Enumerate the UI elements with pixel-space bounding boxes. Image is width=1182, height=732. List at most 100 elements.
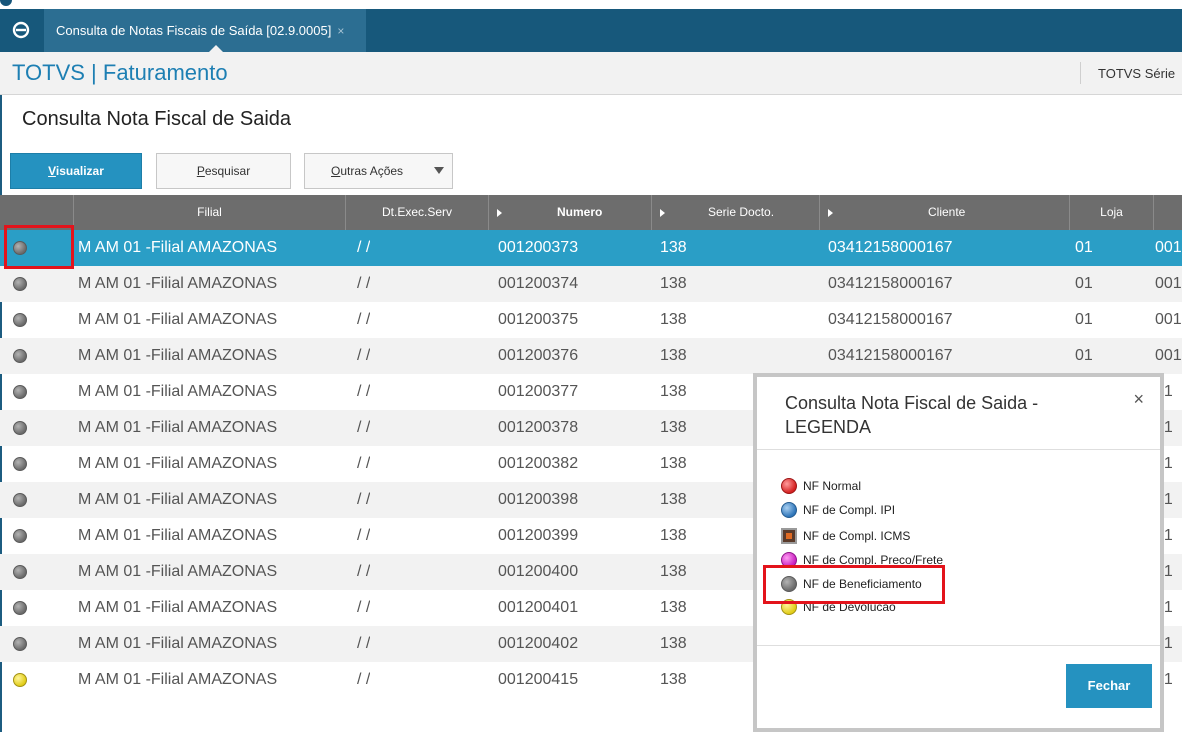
gray-status-icon[interactable]	[13, 493, 27, 507]
cell-serie: 138	[660, 275, 687, 292]
legend-dialog: Consulta Nota Fiscal de Saida - LEGENDA …	[753, 373, 1164, 732]
cell-filial: M AM 01 -Filial AMAZONAS	[78, 491, 278, 508]
cell-numero: 001200415	[498, 671, 579, 688]
cell-serie: 138	[660, 383, 687, 400]
cell-serie: 138	[660, 455, 687, 472]
legend-label: NF de Compl. ICMS	[803, 529, 911, 543]
col-header-serie[interactable]: Serie Docto.	[652, 195, 820, 230]
outras-acoes-button[interactable]: Outras Ações	[304, 153, 453, 189]
cell-numero: 001200400	[498, 563, 579, 580]
cell-numero: 001200401	[498, 599, 579, 616]
cell-dtexec: / /	[357, 275, 371, 292]
col-header-filial[interactable]: Filial	[74, 195, 346, 230]
cell-cliente: 03412158000167	[828, 311, 953, 328]
cell-cliente: 03412158000167	[828, 347, 953, 364]
highlight-box-row-status	[4, 225, 74, 269]
window-top-strip	[0, 0, 1182, 9]
table-row[interactable]: M AM 01 -Filial AMAZONAS / / 001200373 138…	[0, 230, 1182, 266]
gray-status-icon[interactable]	[13, 637, 27, 651]
cell-dtexec: / /	[357, 527, 371, 544]
cell-filial: M AM 01 -Filial AMAZONAS	[78, 347, 278, 364]
header-divider	[1080, 62, 1081, 84]
cell-filial: M AM 01 -Filial AMAZONAS	[78, 311, 278, 328]
cell-filial: M AM 01 -Filial AMAZONAS	[78, 599, 278, 616]
cell-extra: 001	[1155, 347, 1182, 364]
totvs-logo-icon	[12, 21, 30, 39]
cell-extra: 001	[1155, 239, 1182, 256]
close-icon[interactable]: ×	[1133, 389, 1144, 410]
highlight-box-beneficiamento	[763, 565, 945, 604]
gray-status-icon[interactable]	[13, 385, 27, 399]
sort-arrow-icon	[660, 209, 665, 217]
gray-status-icon[interactable]	[13, 421, 27, 435]
table-row[interactable]: M AM 01 -Filial AMAZONAS / / 001200376 138…	[0, 338, 1182, 374]
col-header-numero[interactable]: Numero	[489, 195, 652, 230]
cell-filial: M AM 01 -Filial AMAZONAS	[78, 455, 278, 472]
visualizar-button[interactable]: Visualizar	[10, 153, 142, 189]
outras-label: utras Ações	[340, 164, 404, 178]
cell-serie: 138	[660, 239, 687, 256]
cell-filial: M AM 01 -Filial AMAZONAS	[78, 419, 278, 436]
app-header: TOTVS | Faturamento TOTVS Série	[0, 52, 1182, 95]
cell-cliente: 03412158000167	[828, 275, 953, 292]
gray-status-icon[interactable]	[13, 529, 27, 543]
col-header-dtexec[interactable]: Dt.Exec.Serv	[346, 195, 489, 230]
pesquisar-mnemonic: P	[196, 164, 205, 178]
gray-status-icon[interactable]	[13, 277, 27, 291]
col-header-extra[interactable]	[1154, 195, 1182, 230]
gray-status-icon[interactable]	[13, 565, 27, 579]
red-circle-icon	[781, 478, 797, 494]
table-row[interactable]: M AM 01 -Filial AMAZONAS / / 001200375 138…	[0, 302, 1182, 338]
page-title: Consulta Nota Fiscal de Saida	[22, 108, 292, 130]
cell-loja: 01	[1075, 347, 1093, 364]
cell-numero: 001200402	[498, 635, 579, 652]
gray-status-icon[interactable]	[13, 601, 27, 615]
pesquisar-label: esquisar	[204, 164, 251, 178]
col-header-numero-label: Numero	[557, 205, 603, 219]
table-row[interactable]: M AM 01 -Filial AMAZONAS / / 001200374 138…	[0, 266, 1182, 302]
cell-serie: 138	[660, 599, 687, 616]
outras-mnemonic: O	[331, 164, 341, 178]
col-header-cliente[interactable]: Cliente	[820, 195, 1070, 230]
cell-serie: 138	[660, 671, 687, 688]
cell-filial: M AM 01 -Filial AMAZONAS	[78, 239, 278, 256]
cell-filial: M AM 01 -Filial AMAZONAS	[78, 527, 278, 544]
blue-circle-icon	[781, 502, 797, 518]
app-title: TOTVS | Faturamento	[12, 60, 228, 85]
visualizar-mnemonic: V	[48, 164, 56, 178]
yellow-status-icon[interactable]	[13, 673, 27, 687]
cell-numero: 001200378	[498, 419, 579, 436]
gray-status-icon[interactable]	[13, 457, 27, 471]
sort-arrow-icon	[828, 209, 833, 217]
dialog-title: Consulta Nota Fiscal de Saida - LEGENDA	[785, 393, 1039, 437]
pesquisar-button[interactable]: Pesquisar	[156, 153, 291, 189]
col-header-loja[interactable]: Loja	[1070, 195, 1154, 230]
sort-arrow-icon	[497, 209, 502, 217]
cell-dtexec: / /	[357, 671, 371, 688]
cell-loja: 01	[1075, 311, 1093, 328]
cell-dtexec: / /	[357, 419, 371, 436]
dropdown-caret-icon	[434, 167, 444, 174]
cell-dtexec: / /	[357, 455, 371, 472]
cell-cliente: 03412158000167	[828, 239, 953, 256]
col-header-cliente-label: Cliente	[928, 205, 966, 219]
gray-status-icon[interactable]	[13, 313, 27, 327]
cell-serie: 138	[660, 311, 687, 328]
cell-serie: 138	[660, 347, 687, 364]
cell-numero: 001200376	[498, 347, 579, 364]
cell-serie: 138	[660, 527, 687, 544]
cell-dtexec: / /	[357, 635, 371, 652]
cell-serie: 138	[660, 491, 687, 508]
cell-extra: 001	[1155, 275, 1182, 292]
cell-filial: M AM 01 -Filial AMAZONAS	[78, 383, 278, 400]
grid-header: Filial Dt.Exec.Serv Numero Serie Docto. …	[0, 195, 1182, 230]
cell-numero: 001200398	[498, 491, 579, 508]
cell-filial: M AM 01 -Filial AMAZONAS	[78, 275, 278, 292]
tab-consulta-notas[interactable]: Consulta de Notas Fiscais de Saída [02.9…	[44, 9, 366, 52]
cell-numero: 001200375	[498, 311, 579, 328]
fechar-button[interactable]: Fechar	[1066, 664, 1152, 708]
cell-numero: 001200373	[498, 239, 579, 256]
cell-serie: 138	[660, 635, 687, 652]
tab-close-icon[interactable]: ×	[337, 24, 344, 38]
gray-status-icon[interactable]	[13, 349, 27, 363]
